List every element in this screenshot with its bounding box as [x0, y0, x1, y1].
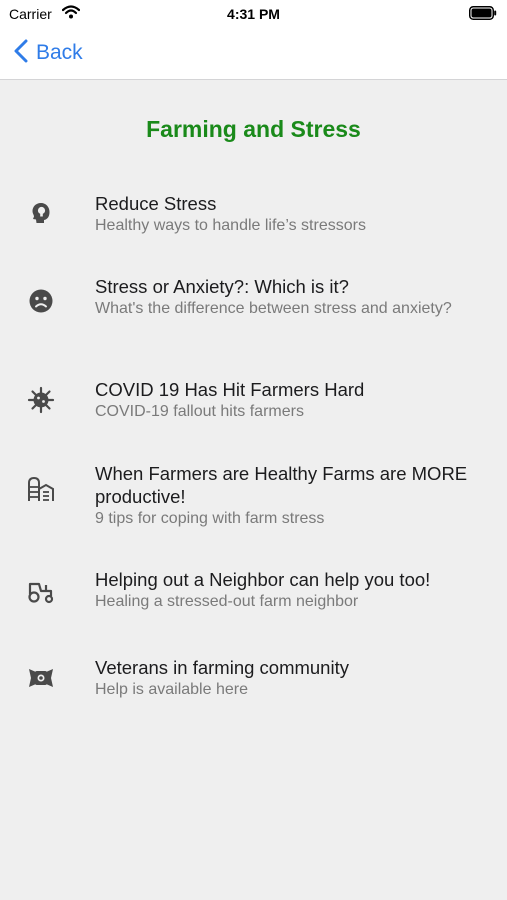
virus-icon [26, 385, 56, 415]
list-item-healthy-farms[interactable]: When Farmers are Healthy Farms are MORE … [0, 462, 507, 532]
list-item-title: When Farmers are Healthy Farms are MORE … [95, 463, 468, 507]
list-item-subtitle: Healing a stressed-out farm neighbor [95, 593, 359, 610]
page-title: Farming and Stress [146, 116, 361, 142]
list-item-covid-19[interactable]: COVID 19 Has Hit Farmers Hard COVID-19 f… [0, 378, 507, 426]
list-item-text: COVID 19 Has Hit Farmers Hard COVID-19 f… [95, 378, 489, 422]
list-item-stress-or-anxiety[interactable]: Stress or Anxiety?: Which is it? What's … [0, 275, 507, 343]
list-item-text: When Farmers are Healthy Farms are MORE … [95, 462, 489, 529]
navigation-bar: Back [0, 28, 507, 80]
barn-silo-icon [26, 474, 56, 504]
list-item-title: Reduce Stress [95, 193, 217, 214]
veteran-emblem-icon [26, 663, 56, 693]
back-label: Back [36, 41, 83, 64]
back-button[interactable]: Back [14, 38, 83, 68]
tractor-icon [26, 576, 56, 606]
frown-face-icon [26, 286, 56, 316]
list-item-title: Helping out a Neighbor can help you too! [95, 569, 431, 590]
list-item-title: Veterans in farming community [95, 657, 349, 678]
list-item-text: Veterans in farming community Help is av… [95, 656, 489, 700]
list-item-subtitle: Help is available here [95, 681, 248, 698]
list-item-subtitle: What's the difference between stress and… [95, 300, 452, 317]
lightbulb-head-icon [26, 198, 56, 228]
list-item-reduce-stress[interactable]: Reduce Stress Healthy ways to handle lif… [0, 192, 507, 240]
list-item-title: Stress or Anxiety?: Which is it? [95, 276, 349, 297]
list-item-veterans[interactable]: Veterans in farming community Help is av… [0, 656, 507, 704]
list-item-subtitle: 9 tips for coping with farm stress [95, 510, 325, 527]
list-item-text: Stress or Anxiety?: Which is it? What's … [95, 275, 489, 319]
chevron-left-icon [14, 39, 28, 68]
list-item-subtitle: COVID-19 fallout hits farmers [95, 403, 304, 420]
list-item-text: Helping out a Neighbor can help you too!… [95, 568, 489, 612]
list-item-title: COVID 19 Has Hit Farmers Hard [95, 379, 365, 400]
list-item-helping-neighbor[interactable]: Helping out a Neighbor can help you too!… [0, 568, 507, 616]
list-item-subtitle: Healthy ways to handle life’s stressors [95, 217, 366, 234]
list-item-text: Reduce Stress Healthy ways to handle lif… [95, 192, 489, 236]
battery-icon [469, 6, 497, 25]
status-bar: Carrier 4:31 PM [0, 0, 507, 28]
clock-time: 4:31 PM [227, 6, 280, 22]
